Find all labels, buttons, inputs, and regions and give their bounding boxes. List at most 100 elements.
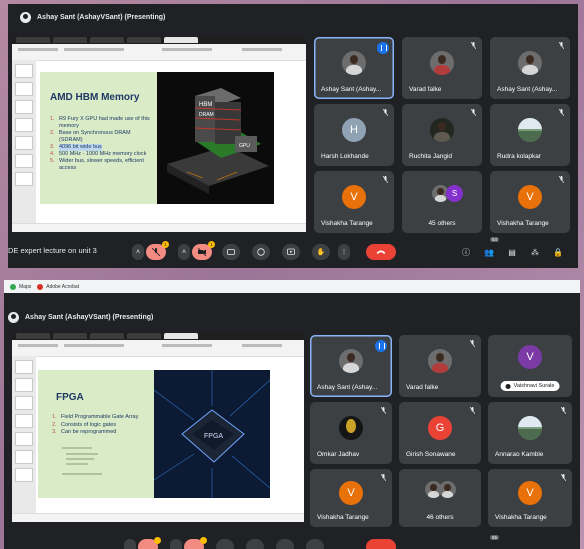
participant-avatar: G — [428, 416, 452, 441]
browser-tab-active[interactable] — [164, 37, 198, 43]
participant-tile[interactable]: V Vishakha Tarange — [310, 469, 392, 527]
participant-tile[interactable]: Varad falke — [399, 335, 481, 397]
participant-avatar — [342, 51, 366, 76]
more-options-button[interactable]: ⋮ — [338, 244, 350, 260]
video-options-button[interactable]: ˄ — [178, 244, 190, 260]
browser-tab[interactable] — [90, 37, 124, 43]
participant-tile[interactable]: V Vishakha Tarange — [314, 171, 394, 233]
participant-tile[interactable]: Omkar Jadhav — [310, 402, 392, 464]
participant-name: Varad falke — [406, 384, 439, 391]
slide-thumbnail[interactable] — [15, 360, 33, 374]
slide-thumbnail[interactable] — [15, 450, 33, 464]
slide-title: AMD HBM Memory — [50, 92, 140, 103]
audio-options-button[interactable] — [124, 539, 136, 549]
slide-thumbnail[interactable] — [15, 118, 33, 132]
notification-badge — [154, 537, 161, 544]
raise-hand-button[interactable] — [306, 539, 324, 549]
participant-avatar — [518, 118, 542, 143]
slide-thumbnail[interactable] — [15, 100, 33, 114]
participant-name: Ashay Sant (Ashay... — [321, 86, 382, 93]
bookmark-acrobat[interactable]: Adobe Acrobat — [37, 283, 79, 290]
slide-thumbnail[interactable] — [15, 64, 33, 78]
more-vertical-icon: ⋮ — [340, 249, 348, 256]
participant-tile[interactable]: V Vishakha Tarange — [490, 171, 570, 233]
participant-tile[interactable]: Annarao Kamble — [488, 402, 572, 464]
fpga-chip-illustration: FPGA — [153, 370, 270, 498]
browser-tab[interactable] — [127, 333, 161, 339]
bullet-item: 3. 4096 bit wide bus — [50, 144, 102, 151]
captions-button[interactable] — [216, 539, 234, 549]
reactions-button[interactable] — [246, 539, 264, 549]
browser-tab[interactable] — [53, 333, 87, 339]
leave-call-button[interactable] — [366, 539, 396, 549]
slide-thumbnail[interactable] — [15, 468, 33, 482]
browser-tab[interactable] — [16, 333, 50, 339]
participant-tile[interactable]: V Vishakha Tarange — [488, 469, 572, 527]
captions-button[interactable] — [222, 244, 240, 260]
video-options-button[interactable] — [170, 539, 182, 549]
others-count: 45 others — [428, 220, 456, 227]
participant-name: Girish Sonawane — [406, 451, 456, 458]
shared-screen: FPGA 1. Field Programmable Gate Array 2. C… — [12, 332, 304, 522]
participant-tile[interactable]: V Vaishnavi Surale — [488, 335, 572, 397]
participant-tile[interactable]: H Harsh Lokhande — [314, 104, 394, 166]
slide-thumbnails — [12, 60, 36, 224]
browser-tab[interactable] — [16, 37, 50, 43]
hang-up-icon — [376, 250, 386, 254]
participant-tile[interactable]: G Girish Sonawane — [399, 402, 481, 464]
host-controls-icon[interactable]: 🔒 — [553, 247, 563, 257]
audio-options-button[interactable]: ˄ — [132, 244, 144, 260]
bullet-item: 3. Can be reprogrammed — [52, 429, 117, 435]
participant-tile[interactable]: Rudra kolapkar — [490, 104, 570, 166]
browser-tab[interactable] — [53, 37, 87, 43]
others-tile[interactable]: S 45 others — [402, 171, 482, 233]
slide-thumbnail[interactable] — [15, 136, 33, 150]
chat-icon[interactable]: ▤ — [507, 247, 517, 257]
mic-off-icon — [383, 176, 388, 183]
slide-thumbnail[interactable] — [15, 172, 33, 186]
camera-button[interactable] — [184, 537, 207, 549]
browser-tab[interactable] — [90, 333, 124, 339]
slide-thumbnail[interactable] — [15, 396, 33, 410]
bullet-item: 2. Consists of logic gates — [52, 421, 117, 428]
info-icon[interactable]: ⓘ — [461, 247, 471, 257]
notification-badge: 1 — [208, 241, 215, 248]
participant-tile[interactable]: Varad falke — [402, 37, 482, 99]
mic-button[interactable] — [138, 537, 161, 549]
leave-call-button[interactable] — [366, 244, 396, 260]
present-button[interactable] — [282, 244, 300, 260]
people-icon[interactable]: 👥 — [484, 247, 494, 257]
slide-thumbnail[interactable] — [15, 82, 33, 96]
mic-off-icon — [471, 109, 476, 116]
browser-tab-active[interactable] — [164, 333, 198, 339]
browser-tab[interactable] — [127, 37, 161, 43]
present-button[interactable] — [276, 539, 294, 549]
activities-icon[interactable]: ⁂ — [530, 247, 540, 257]
participant-tile[interactable]: Ashay Sant (Ashay... — [314, 37, 394, 99]
participant-tile[interactable]: Ashay Sant (Ashay... — [310, 335, 392, 397]
bullet-item: 2. Base on Synchronous DRAM (SDRAM) — [50, 130, 131, 143]
participant-tile[interactable]: Ashay Sant (Ashay... — [490, 37, 570, 99]
bookmarks-bar: Maps Adobe Acrobat — [4, 280, 580, 293]
reactions-button[interactable] — [252, 244, 270, 260]
participant-tile[interactable]: Ruchita Jangid — [402, 104, 482, 166]
mic-button[interactable]: 1 — [146, 241, 169, 260]
bullet-item: 1. R9 Fury X GPU had made use of this mem… — [50, 116, 150, 129]
others-tile[interactable]: 46 others — [399, 469, 481, 527]
slide-thumbnails — [12, 356, 36, 514]
presenting-banner: Ashay Sant (AshayVSant) (Presenting) — [37, 13, 166, 21]
slide-thumbnail[interactable] — [15, 432, 33, 446]
bullet-item: 4. 500 MHz - 1000 MHz memory clock — [50, 151, 147, 157]
raise-hand-button[interactable]: ✋ — [312, 244, 330, 260]
camera-button[interactable]: 1 — [192, 241, 215, 260]
shared-screen: AMD HBM Memory 1. R9 Fury X GPU had made … — [12, 36, 306, 232]
code-snippet-illustration — [62, 447, 102, 475]
slide-thumbnail[interactable] — [15, 378, 33, 392]
bookmark-maps[interactable]: Maps — [10, 283, 31, 290]
hand-icon: ✋ — [316, 249, 326, 256]
slide-thumbnail[interactable] — [15, 414, 33, 428]
mic-off-icon — [381, 474, 386, 481]
participant-name: Omkar Jadhav — [317, 451, 360, 458]
notification-badge: 1 — [162, 241, 169, 248]
slide-thumbnail[interactable] — [15, 154, 33, 168]
